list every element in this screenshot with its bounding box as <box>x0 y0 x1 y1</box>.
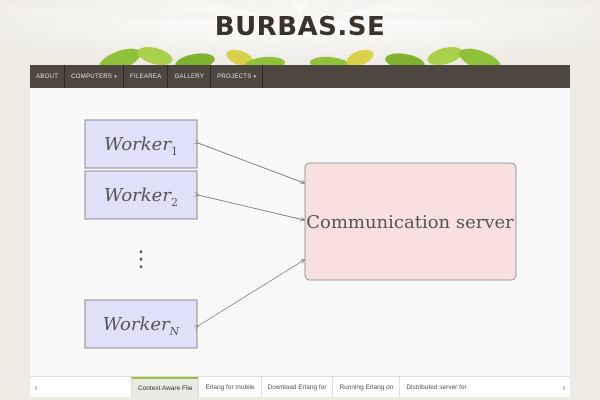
caret-down-icon: ▾ <box>114 73 118 80</box>
slide-tab-bar: ‹ Context Aware File Erlang for mobile D… <box>30 376 570 397</box>
slider-content: Worker1 Worker2 ⋮ WorkerN Communication … <box>30 88 570 376</box>
nav-gallery[interactable]: GALLERY <box>168 65 212 88</box>
nav-filearea[interactable]: FILEAREA <box>124 65 169 88</box>
caret-down-icon: ▾ <box>253 73 257 80</box>
slide-tab-download-erlang[interactable]: Download Erlang for <box>260 377 333 397</box>
previous-arrow-icon[interactable]: ‹ <box>30 377 42 397</box>
worker-1-label: Worker1 <box>104 134 178 158</box>
nav-projects[interactable]: PROJECTS ▾ <box>211 65 264 88</box>
ellipsis-vertical: ⋮ <box>130 246 152 271</box>
slide-tab-running-erlang[interactable]: Running Erlang on <box>332 377 399 397</box>
tab-fill <box>473 377 558 397</box>
slide-tab-erlang-for-mobile[interactable]: Erlang for mobile <box>198 377 260 397</box>
communication-server-label: Communication server <box>306 212 514 233</box>
nav-label: PROJECTS <box>217 73 252 80</box>
worker-n-label: WorkerN <box>103 314 180 338</box>
worker-2-label: Worker2 <box>104 185 178 209</box>
nav-label: COMPUTERS <box>71 73 113 80</box>
nav-computers[interactable]: COMPUTERS ▾ <box>65 65 125 88</box>
next-arrow-icon[interactable]: › <box>558 377 570 397</box>
nav-label: FILEAREA <box>130 73 162 80</box>
nav-about[interactable]: ABOUT <box>30 65 66 88</box>
nav-label: ABOUT <box>36 73 59 80</box>
main-navigation: ABOUT COMPUTERS ▾ FILEAREA GALLERY PROJE… <box>30 65 570 88</box>
tab-spacer <box>42 377 131 397</box>
slide-tab-context-aware-file[interactable]: Context Aware File <box>131 377 199 397</box>
nav-label: GALLERY <box>174 73 205 80</box>
slide-tab-distributed-server[interactable]: Distributed server for <box>399 377 472 397</box>
worker-server-diagram: Worker1 Worker2 ⋮ WorkerN Communication … <box>30 88 570 376</box>
